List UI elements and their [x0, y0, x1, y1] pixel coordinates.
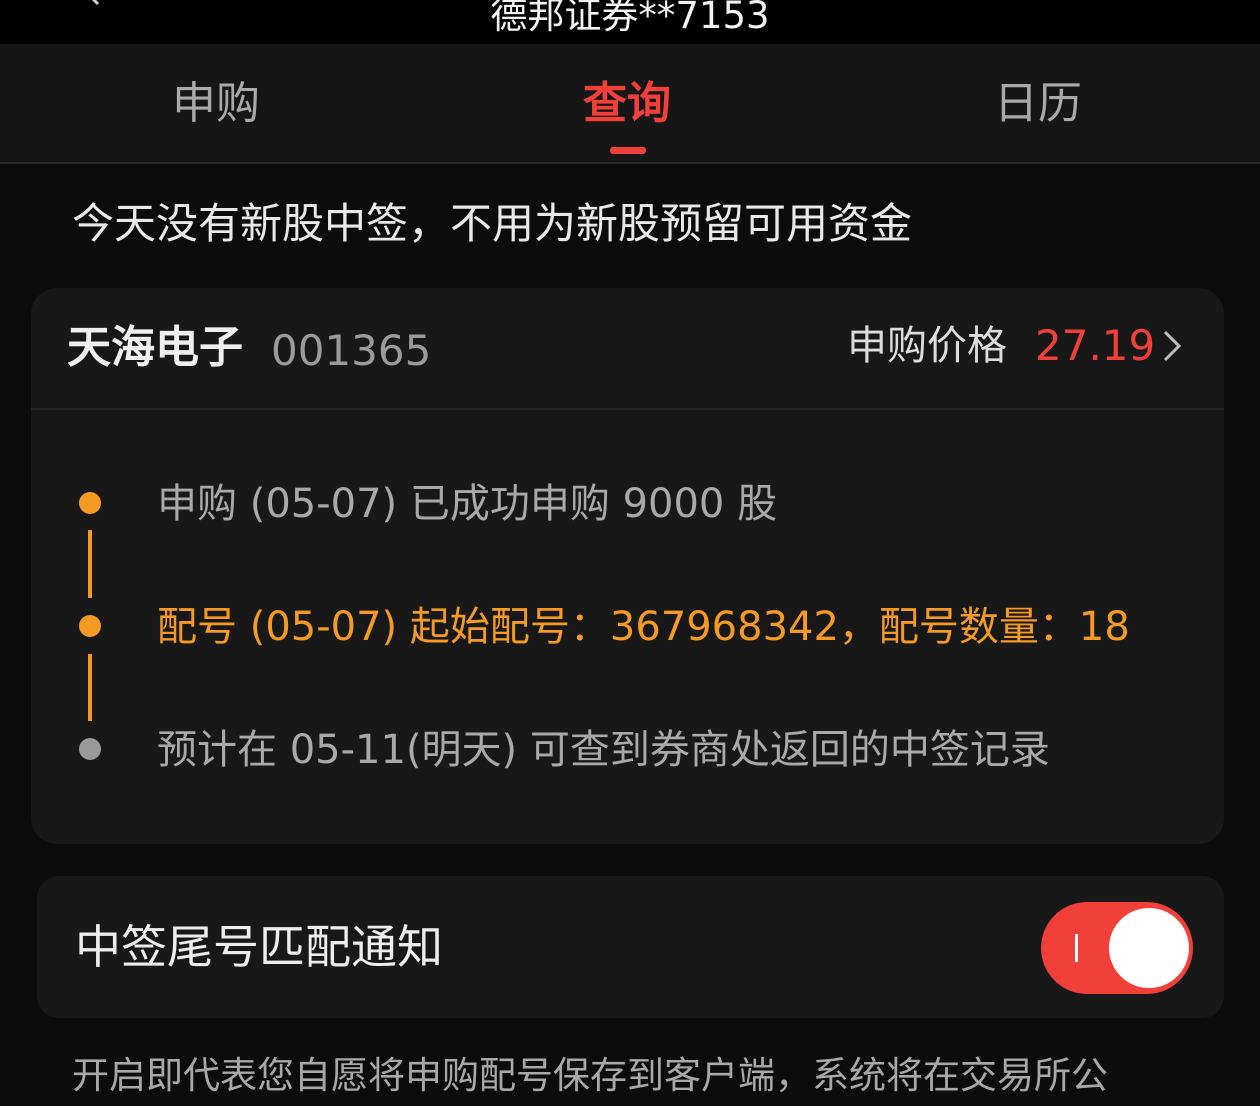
stock-card: 天海电子 001365 申购价格 27.19 申购 (05-07) 已成功申购 … — [31, 288, 1224, 844]
timeline-connector — [88, 530, 92, 598]
notification-toggle[interactable] — [1041, 902, 1193, 994]
top-bar: 德邦证券**7153 — [0, 0, 1260, 44]
timeline-connector — [88, 654, 92, 721]
step-allocation-text: 配号 (05-07) 起始配号：367968342，配号数量：18 — [157, 604, 1130, 650]
stock-name: 天海电子 — [67, 322, 243, 373]
page-title: 德邦证券**7153 — [490, 0, 770, 37]
step-dot-allocation — [79, 615, 101, 637]
stock-card-header[interactable]: 天海电子 001365 申购价格 27.19 — [31, 288, 1224, 410]
tab-bar: 申购 查询 日历 — [0, 44, 1260, 164]
tab-subscribe[interactable]: 申购 — [96, 74, 336, 134]
stock-code: 001365 — [271, 326, 432, 375]
step-dot-subscribe — [79, 492, 101, 514]
step-dot-result — [79, 738, 101, 760]
tab-calendar[interactable]: 日历 — [918, 74, 1158, 134]
notification-label: 中签尾号匹配通知 — [75, 920, 443, 974]
chevron-right-icon[interactable] — [1159, 328, 1185, 364]
toggle-knob — [1109, 908, 1189, 988]
price-label: 申购价格 — [847, 323, 1007, 369]
active-tab-indicator — [610, 147, 646, 154]
notification-setting: 中签尾号匹配通知 — [37, 876, 1224, 1018]
step-subscribe-text: 申购 (05-07) 已成功申购 9000 股 — [157, 481, 778, 527]
price-value: 27.19 — [1035, 321, 1156, 370]
disclaimer-text: 开启即代表您自愿将申购配号保存到客户端，系统将在交易所公 — [72, 1054, 1108, 1097]
toggle-on-mark — [1075, 934, 1078, 962]
tab-query[interactable]: 查询 — [507, 74, 747, 134]
allotment-notice: 今天没有新股中签，不用为新股预留可用资金 — [72, 199, 913, 248]
step-result-text: 预计在 05-11(明天) 可查到券商处返回的中签记录 — [157, 727, 1050, 773]
